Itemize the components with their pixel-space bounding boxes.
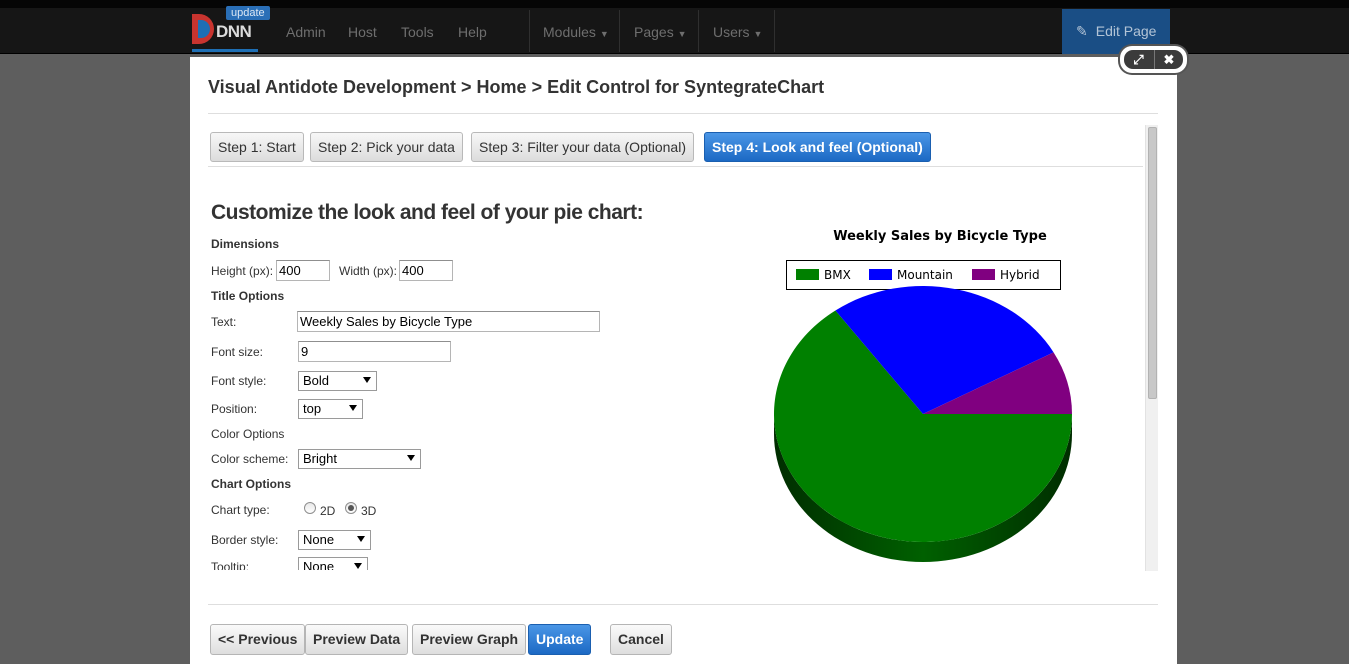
nav-tools[interactable]: Tools <box>401 24 434 40</box>
chart-type-2d-label: 2D <box>320 504 336 518</box>
window-controls-pill: ⤢ ✖ <box>1124 50 1183 69</box>
dropdown-arrow-icon <box>407 455 415 461</box>
tooltip-label: Tooltip: <box>211 560 250 570</box>
nav-admin[interactable]: Admin <box>286 24 326 40</box>
height-label: Height (px): <box>211 264 274 278</box>
nav-divider <box>619 10 620 52</box>
dialog-title: Visual Antidote Development > Home > Edi… <box>208 77 825 97</box>
nav-divider <box>529 10 530 52</box>
nav-modules-label: Modules <box>543 24 596 40</box>
content-scrollbar[interactable] <box>1145 125 1158 571</box>
close-icon[interactable]: ✖ <box>1154 50 1183 69</box>
logo-text: DNN <box>216 22 252 41</box>
width-input[interactable] <box>399 260 453 281</box>
legend-swatch <box>869 269 892 280</box>
step-1-tab[interactable]: Step 1: Start <box>210 132 304 162</box>
chart-type-3d-label: 3D <box>361 504 377 518</box>
pie-chart-preview: Weekly Sales by Bicycle Type BMX Mountain H… <box>774 229 1072 562</box>
scrollbar-thumb[interactable] <box>1148 127 1157 399</box>
tooltip-select[interactable]: None <box>298 557 368 570</box>
border-style-label: Border style: <box>211 533 279 547</box>
color-scheme-value: Bright <box>303 451 337 466</box>
legend-label: Hybrid <box>1000 268 1040 282</box>
border-style-value: None <box>303 532 335 547</box>
logo-underline <box>192 49 258 52</box>
dialog-window-controls: ⤢ ✖ <box>1120 46 1187 73</box>
chart-title: Weekly Sales by Bicycle Type <box>833 229 1047 244</box>
edit-page-label: Edit Page <box>1095 23 1157 39</box>
step-3-tab[interactable]: Step 3: Filter your data (Optional) <box>471 132 694 162</box>
nav-help[interactable]: Help <box>458 24 487 40</box>
previous-button[interactable]: << Previous <box>210 624 306 655</box>
position-select[interactable]: top <box>298 399 363 419</box>
color-scheme-select[interactable]: Bright <box>298 449 421 469</box>
preview-data-button[interactable]: Preview Data <box>305 624 409 655</box>
section-heading: Customize the look and feel of your pie … <box>211 201 644 224</box>
font-style-label: Font style: <box>211 374 267 388</box>
update-button[interactable]: Update <box>528 624 592 655</box>
caret-down-icon: ▼ <box>599 29 609 39</box>
color-scheme-label: Color scheme: <box>211 452 289 466</box>
nav-divider <box>774 10 775 52</box>
nav-divider <box>698 10 699 52</box>
border-style-select[interactable]: None <box>298 530 371 550</box>
caret-down-icon: ▼ <box>753 29 763 39</box>
control-bar-strip <box>0 0 1349 8</box>
chart-type-2d-radio[interactable] <box>304 502 316 514</box>
nav-users-label: Users <box>713 24 750 40</box>
position-value: top <box>303 401 322 416</box>
update-badge[interactable]: update <box>226 6 270 20</box>
title-options-label: Title Options <box>211 289 285 303</box>
legend-label: BMX <box>824 268 851 282</box>
legend-label: Mountain <box>897 268 953 282</box>
dropdown-arrow-icon <box>357 536 365 542</box>
pencil-icon: ✎ <box>1076 23 1088 39</box>
footer-divider <box>208 604 1158 605</box>
step-4-tab[interactable]: Step 4: Look and feel (Optional) <box>704 132 931 162</box>
preview-graph-button[interactable]: Preview Graph <box>412 624 527 655</box>
nav-modules[interactable]: Modules ▼ <box>543 24 609 40</box>
chart-type-3d-radio[interactable] <box>345 502 357 514</box>
nav-pages-label: Pages <box>634 24 674 40</box>
chart-options-label: Chart Options <box>211 477 291 491</box>
title-text-input[interactable] <box>297 311 600 332</box>
color-options-label: Color Options <box>211 427 285 441</box>
legend-swatch <box>972 269 995 280</box>
maximize-icon[interactable]: ⤢ <box>1124 50 1153 69</box>
tooltip-value: None <box>303 559 335 570</box>
caret-down-icon: ▼ <box>677 29 687 39</box>
edit-control-dialog: Visual Antidote Development > Home > Edi… <box>190 57 1177 664</box>
dropdown-arrow-icon <box>349 405 357 411</box>
dropdown-arrow-icon <box>354 563 362 569</box>
font-style-value: Bold <box>303 373 330 388</box>
legend-swatch <box>796 269 819 280</box>
nav-host[interactable]: Host <box>348 24 377 40</box>
font-size-label: Font size: <box>211 345 264 359</box>
divider <box>208 113 1158 114</box>
dimensions-label: Dimensions <box>211 237 280 251</box>
step-2-tab[interactable]: Step 2: Pick your data <box>310 132 463 162</box>
dropdown-arrow-icon <box>363 377 371 383</box>
nav-pages[interactable]: Pages ▼ <box>634 24 687 40</box>
font-style-select[interactable]: Bold <box>298 371 377 391</box>
height-input[interactable] <box>276 260 330 281</box>
cancel-button[interactable]: Cancel <box>610 624 672 655</box>
title-text-label: Text: <box>211 315 237 329</box>
nav-users[interactable]: Users ▼ <box>713 24 762 40</box>
position-label: Position: <box>211 402 258 416</box>
width-label: Width (px): <box>339 264 398 278</box>
chart-type-label: Chart type: <box>211 503 270 517</box>
font-size-input[interactable] <box>298 341 451 362</box>
step-content: Customize the look and feel of your pie … <box>208 167 1145 570</box>
